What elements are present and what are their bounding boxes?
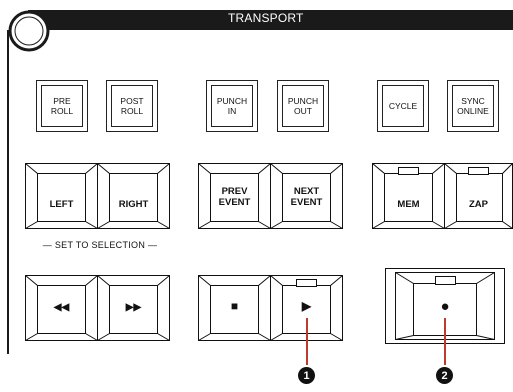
fast-forward-icon: ▶▶ bbox=[125, 302, 142, 313]
left-button[interactable]: LEFT bbox=[25, 163, 98, 229]
record-icon: ● bbox=[440, 298, 450, 315]
prev-event-label: PREV EVENT bbox=[218, 186, 251, 208]
set-to-selection-caption: — SET TO SELECTION — bbox=[42, 240, 158, 250]
mem-label: MEM bbox=[397, 199, 420, 210]
post-roll-label: POST ROLL bbox=[111, 85, 153, 127]
stop-icon: ■ bbox=[230, 299, 239, 313]
mem-button[interactable]: MEM bbox=[372, 163, 445, 229]
right-button-bevel bbox=[97, 163, 170, 229]
fast-forward-button[interactable]: ▶▶ bbox=[97, 275, 170, 341]
callout-2-badge: 2 bbox=[436, 367, 453, 384]
play-icon: ▶ bbox=[301, 299, 312, 313]
pre-roll-button[interactable]: PRE ROLL bbox=[36, 80, 88, 132]
cycle-button[interactable]: CYCLE bbox=[377, 80, 429, 132]
section-title: TRANSPORT bbox=[228, 11, 304, 25]
stop-button[interactable]: ■ bbox=[198, 275, 271, 341]
rewind-button[interactable]: ◀◀ bbox=[25, 275, 98, 341]
callout-2-line bbox=[444, 318, 446, 365]
punch-in-button[interactable]: PUNCH IN bbox=[206, 80, 258, 132]
punch-out-label: PUNCH OUT bbox=[282, 85, 324, 127]
rewind-icon: ◀◀ bbox=[53, 302, 70, 313]
right-button[interactable]: RIGHT bbox=[97, 163, 170, 229]
cycle-label: CYCLE bbox=[382, 85, 424, 127]
panel-left-edge bbox=[7, 30, 9, 354]
next-event-label: NEXT EVENT bbox=[290, 186, 323, 208]
left-label: LEFT bbox=[49, 199, 74, 210]
zap-button-bevel bbox=[444, 163, 513, 229]
sync-online-label: SYNC ONLINE bbox=[452, 85, 494, 127]
pre-roll-label: PRE ROLL bbox=[41, 85, 83, 127]
transport-header: TRANSPORT bbox=[0, 0, 513, 30]
mem-button-bevel bbox=[372, 163, 445, 229]
prev-event-button[interactable]: PREV EVENT bbox=[198, 163, 271, 229]
post-roll-button[interactable]: POST ROLL bbox=[106, 80, 158, 132]
zap-button[interactable]: ZAP bbox=[444, 163, 513, 229]
corner-ring-icon bbox=[8, 10, 50, 52]
punch-in-label: PUNCH IN bbox=[211, 85, 253, 127]
zap-label: ZAP bbox=[469, 199, 488, 210]
right-label: RIGHT bbox=[118, 199, 149, 210]
callout-1-badge: 1 bbox=[298, 367, 315, 384]
punch-out-button[interactable]: PUNCH OUT bbox=[277, 80, 329, 132]
left-button-bevel bbox=[25, 163, 98, 229]
next-event-button[interactable]: NEXT EVENT bbox=[270, 163, 343, 229]
callout-1-line bbox=[306, 318, 308, 365]
sync-online-button[interactable]: SYNC ONLINE bbox=[447, 80, 499, 132]
